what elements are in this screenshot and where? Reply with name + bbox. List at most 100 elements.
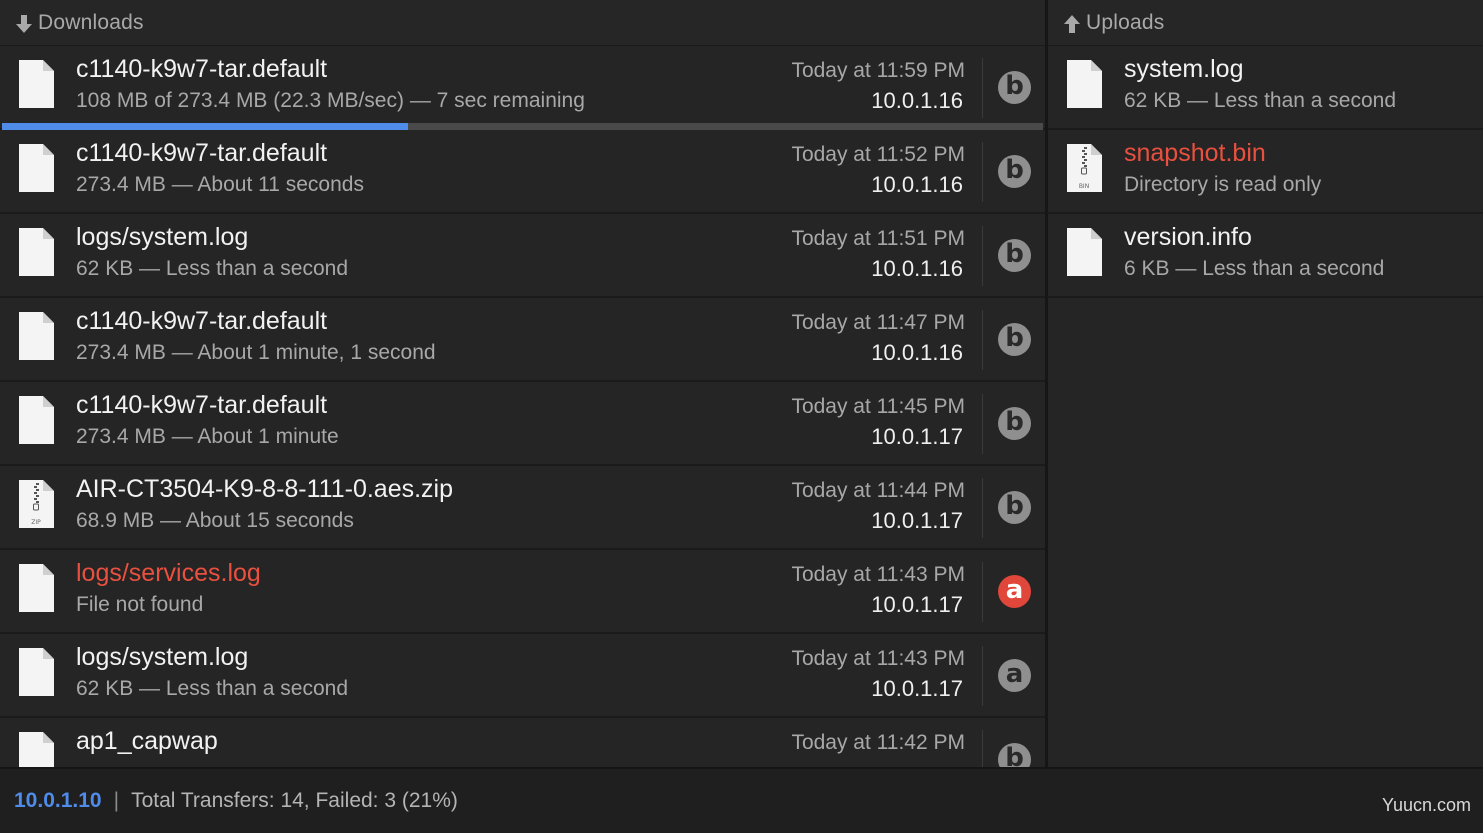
download-row[interactable]: logs/system.log 62 KB — Less than a secon… xyxy=(0,634,1045,718)
upload-row[interactable]: version.info 6 KB — Less than a second xyxy=(1048,214,1483,298)
transfer-detail: 273.4 MB — About 11 seconds xyxy=(76,173,364,196)
download-row[interactable]: logs/services.log File not found Today at … xyxy=(0,550,1045,634)
zip-document-icon: ZIP xyxy=(16,479,56,529)
server-ip[interactable]: 10.0.1.10 xyxy=(14,789,102,813)
protocol-badge-icon[interactable]: b xyxy=(998,743,1031,767)
progress-bar xyxy=(2,123,1043,130)
transfer-time: Today at 11:51 PM xyxy=(791,227,965,250)
file-name: logs/system.log xyxy=(76,223,249,251)
transfer-panels: Downloads c1140-k9w7-tar.default 108 MB o… xyxy=(0,0,1483,767)
file-name: version.info xyxy=(1124,223,1252,251)
row-divider xyxy=(982,730,983,767)
protocol-badge-icon[interactable]: b xyxy=(998,407,1031,440)
download-row[interactable]: c1140-k9w7-tar.default 273.4 MB — About 1… xyxy=(0,130,1045,214)
document-icon xyxy=(1064,227,1104,277)
document-icon xyxy=(16,647,56,697)
transfer-time: Today at 11:43 PM xyxy=(791,563,965,586)
file-name: AIR-CT3504-K9-8-8-111-0.aes.zip xyxy=(76,475,454,503)
arrow-up-icon xyxy=(1064,14,1080,34)
document-icon xyxy=(16,311,56,361)
downloads-title: Downloads xyxy=(38,10,144,34)
transfer-detail: File not found xyxy=(76,593,204,616)
row-divider xyxy=(982,646,983,706)
transfer-host: 10.0.1.17 xyxy=(871,508,963,533)
transfer-host: 10.0.1.16 xyxy=(871,340,963,365)
download-row[interactable]: c1140-k9w7-tar.default 108 MB of 273.4 MB… xyxy=(0,46,1045,130)
upload-row[interactable]: system.log 62 KB — Less than a second xyxy=(1048,46,1483,130)
transfer-detail: 273.4 MB — About 1 minute, 1 second xyxy=(76,341,436,364)
uploads-title: Uploads xyxy=(1086,10,1165,34)
downloads-panel: Downloads c1140-k9w7-tar.default 108 MB o… xyxy=(0,0,1045,767)
transfer-time: Today at 11:52 PM xyxy=(791,143,965,166)
transfer-detail: 273.4 MB — About 1 minute xyxy=(76,425,339,448)
row-divider xyxy=(982,478,983,538)
transfer-host: 10.0.1.17 xyxy=(871,592,963,617)
status-bar: 10.0.1.10 | Total Transfers: 14, Failed:… xyxy=(0,767,1483,833)
transfer-detail: 62 KB — Less than a second xyxy=(76,677,349,700)
progress-fill xyxy=(2,123,408,130)
uploads-panel: Uploads system.log 62 KB — Less than a se… xyxy=(1048,0,1483,767)
document-icon xyxy=(16,143,56,193)
document-icon xyxy=(16,227,56,277)
bin-document-icon: BIN xyxy=(1064,143,1104,193)
transfer-detail: Directory is read only xyxy=(1124,173,1322,196)
file-name: c1140-k9w7-tar.default xyxy=(76,391,328,419)
file-name: c1140-k9w7-tar.default xyxy=(76,55,328,83)
transfer-host: 10.0.1.16 xyxy=(871,256,963,281)
row-divider xyxy=(982,394,983,454)
row-divider xyxy=(982,58,983,118)
file-name: system.log xyxy=(1124,55,1244,83)
arrow-down-icon xyxy=(16,14,32,34)
row-divider xyxy=(982,310,983,370)
document-icon xyxy=(1064,59,1104,109)
file-name: c1140-k9w7-tar.default xyxy=(76,307,328,335)
transfer-detail: 62 KB — Less than a second xyxy=(1124,89,1397,112)
protocol-badge-icon[interactable]: b xyxy=(998,155,1031,188)
downloads-header: Downloads xyxy=(0,0,1045,46)
transfer-time: Today at 11:47 PM xyxy=(791,311,965,334)
svg-text:BIN: BIN xyxy=(1079,183,1089,190)
row-divider xyxy=(982,562,983,622)
downloads-list: c1140-k9w7-tar.default 108 MB of 273.4 MB… xyxy=(0,46,1045,767)
watermark: Yuucn.com xyxy=(1381,795,1471,815)
row-divider xyxy=(982,226,983,286)
download-row[interactable]: ZIP AIR-CT3504-K9-8-8-111-0.aes.zip 68.9 M… xyxy=(0,466,1045,550)
transfer-time: Today at 11:43 PM xyxy=(791,647,965,670)
uploads-header: Uploads xyxy=(1048,0,1483,46)
protocol-badge-icon[interactable]: b xyxy=(998,71,1031,104)
status-separator: | xyxy=(113,789,120,812)
document-icon xyxy=(16,563,56,613)
download-row[interactable]: logs/system.log 62 KB — Less than a secon… xyxy=(0,214,1045,298)
file-name: snapshot.bin xyxy=(1124,139,1266,167)
svg-text:ZIP: ZIP xyxy=(31,519,41,526)
file-name: logs/services.log xyxy=(76,559,261,587)
row-divider xyxy=(982,142,983,202)
protocol-badge-icon[interactable]: b xyxy=(998,323,1031,356)
download-row[interactable]: c1140-k9w7-tar.default 273.4 MB — About 1… xyxy=(0,298,1045,382)
protocol-badge-icon[interactable]: a xyxy=(998,575,1031,608)
protocol-badge-icon[interactable]: b xyxy=(998,239,1031,272)
upload-row[interactable]: BIN snapshot.bin Directory is read only xyxy=(1048,130,1483,214)
protocol-badge-icon[interactable]: b xyxy=(998,491,1031,524)
transfer-detail: 108 MB of 273.4 MB (22.3 MB/sec) — 7 sec… xyxy=(76,89,585,112)
transfer-detail: 62 KB — Less than a second xyxy=(76,257,349,280)
document-icon xyxy=(16,395,56,445)
document-icon xyxy=(16,731,56,767)
document-icon xyxy=(16,59,56,109)
file-name: logs/system.log xyxy=(76,643,249,671)
file-name: c1140-k9w7-tar.default xyxy=(76,139,328,167)
transfer-host: 10.0.1.17 xyxy=(871,424,963,449)
protocol-badge-icon[interactable]: a xyxy=(998,659,1031,692)
transfer-detail: 6 KB — Less than a second xyxy=(1124,257,1385,280)
transfer-time: Today at 11:59 PM xyxy=(791,59,965,82)
transfer-detail: 68.9 MB — About 15 seconds xyxy=(76,509,354,532)
uploads-list: system.log 62 KB — Less than a second BIN s… xyxy=(1048,46,1483,298)
transfer-host: 10.0.1.17 xyxy=(871,676,963,701)
transfer-time: Today at 11:44 PM xyxy=(791,479,965,502)
transfer-time: Today at 11:42 PM xyxy=(791,731,965,754)
transfer-summary: Total Transfers: 14, Failed: 3 (21%) xyxy=(131,789,458,812)
transfer-host: 10.0.1.16 xyxy=(871,88,963,113)
transfer-host: 10.0.1.16 xyxy=(871,172,963,197)
download-row[interactable]: ap1_capwap Today at 11:42 PM b xyxy=(0,718,1045,767)
download-row[interactable]: c1140-k9w7-tar.default 273.4 MB — About 1… xyxy=(0,382,1045,466)
